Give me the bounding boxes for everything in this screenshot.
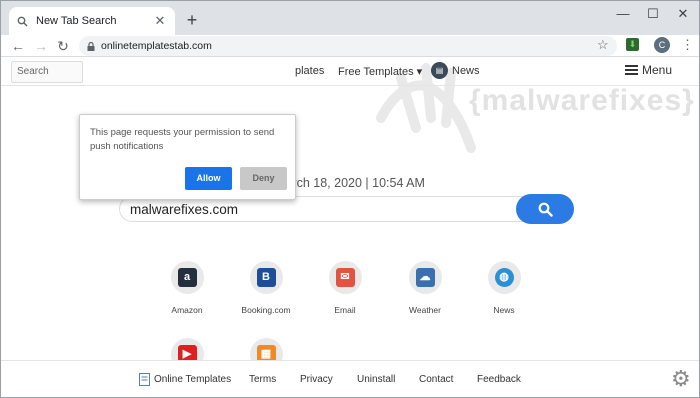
amazon-icon: a [177, 268, 197, 287]
footer-online-templates-link[interactable]: Online Templates [154, 374, 231, 385]
bookmark-star-icon[interactable]: ☆ [597, 37, 609, 53]
shortcut-news[interactable]: ◍ News [469, 261, 539, 315]
permission-message: This page requests your permission to se… [90, 127, 275, 152]
more-menu-icon[interactable]: ⋮ [681, 36, 694, 54]
globe-icon: ◍ [494, 268, 514, 287]
browser-window: New Tab Search ✕ + — ☐ ✕ ← → ↻ onlinetem… [0, 0, 700, 398]
shortcut-label: Booking.com [241, 305, 291, 315]
search-icon [538, 202, 553, 217]
page-content: {malwarefixes} Search plates Free Templa… [1, 58, 699, 397]
maximize-button[interactable]: ☐ [639, 5, 667, 23]
footer-contact-link[interactable]: Contact [419, 374, 453, 385]
news-icon[interactable]: ▤ [431, 62, 448, 79]
search-icon [17, 16, 28, 26]
close-window-button[interactable]: ✕ [669, 5, 697, 23]
footer-terms-link[interactable]: Terms [249, 374, 276, 385]
back-button[interactable]: ← [9, 36, 27, 56]
forward-button[interactable]: → [32, 36, 50, 56]
shortcut-label: Weather [409, 305, 441, 315]
minimize-button[interactable]: — [609, 5, 637, 23]
address-bar[interactable]: onlinetemplatestab.com [79, 36, 617, 56]
top-search-input[interactable]: Search [11, 61, 83, 83]
menu-button[interactable]: Menu [625, 63, 672, 77]
watermark-text: {malwarefixes} [469, 84, 695, 117]
reload-button[interactable]: ↻ [54, 36, 72, 56]
shortcut-label: Amazon [171, 305, 203, 315]
free-templates-dropdown[interactable]: Free Templates ▾ [338, 65, 422, 78]
tab-title: New Tab Search [36, 15, 117, 27]
email-icon: ✉ [335, 268, 355, 287]
extension-icon[interactable]: ⬇ [626, 38, 639, 51]
shortcut-email[interactable]: ✉ Email [310, 261, 380, 315]
shortcut-label: News [493, 305, 515, 315]
news-link[interactable]: News [452, 65, 480, 77]
close-tab-icon[interactable]: ✕ [153, 13, 167, 29]
browser-toolbar: ← → ↻ onlinetemplatestab.com ☆ ⬇ C ⋮ [1, 35, 699, 57]
gear-icon[interactable]: ⚙ [671, 367, 691, 391]
page-footer: Online Templates Terms Privacy Uninstall… [1, 360, 699, 397]
footer-uninstall-link[interactable]: Uninstall [357, 374, 395, 385]
url-text: onlinetemplatestab.com [101, 40, 212, 52]
booking-icon: B [256, 268, 276, 287]
weather-icon: ☁ [415, 268, 435, 287]
allow-button[interactable]: Allow [185, 167, 232, 190]
menu-label: Menu [642, 63, 673, 77]
new-tab-button[interactable]: + [181, 9, 203, 31]
footer-privacy-link[interactable]: Privacy [300, 374, 333, 385]
search-value: malwarefixes.com [130, 201, 239, 217]
notification-permission-popup: This page requests your permission to se… [79, 114, 296, 200]
search-button[interactable] [516, 194, 574, 224]
templates-link[interactable]: plates [295, 65, 324, 77]
shortcut-label: Email [334, 305, 356, 315]
hamburger-icon [625, 63, 638, 77]
shortcut-amazon[interactable]: a Amazon [152, 261, 222, 315]
top-navigation: Search plates Free Templates ▾ ▤ News Me… [1, 58, 699, 86]
profile-avatar[interactable]: C [654, 37, 670, 53]
shortcut-weather[interactable]: ☁ Weather [390, 261, 460, 315]
deny-button[interactable]: Deny [240, 167, 287, 190]
tab-new-tab-search[interactable]: New Tab Search ✕ [9, 7, 175, 35]
shortcut-booking[interactable]: B Booking.com [231, 261, 301, 315]
lock-icon [87, 41, 95, 51]
footer-feedback-link[interactable]: Feedback [477, 374, 521, 385]
tab-strip: New Tab Search ✕ + — ☐ ✕ [1, 1, 699, 35]
templates-doc-icon [139, 373, 150, 386]
